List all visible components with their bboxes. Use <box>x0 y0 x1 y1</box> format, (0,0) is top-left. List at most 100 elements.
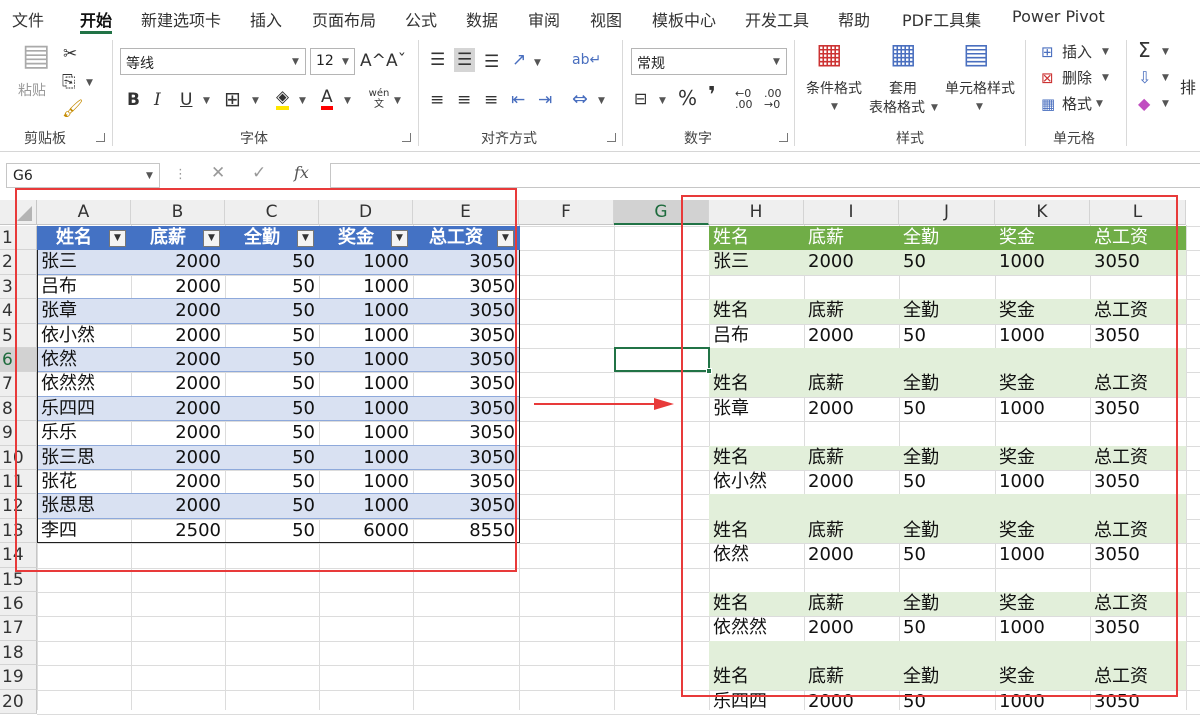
paste-label[interactable]: 粘贴 <box>18 82 46 100</box>
menu-review[interactable]: 审阅 <box>528 7 560 31</box>
underline-dropdown-icon[interactable]: ▼ <box>203 96 210 106</box>
insert-cells-button[interactable]: 插入 <box>1062 42 1092 62</box>
font-color-dropdown-icon[interactable]: ▼ <box>344 96 351 106</box>
cell-styles-icon[interactable]: ▤ <box>963 44 989 64</box>
delete-cells-button[interactable]: 删除 <box>1062 68 1092 88</box>
fill-color-icon[interactable]: ◈ <box>276 88 289 110</box>
conditional-format-button[interactable]: 条件格式 <box>806 80 862 98</box>
autosum-dropdown-icon[interactable]: ▼ <box>1162 47 1169 57</box>
sort-filter-button[interactable]: 排 <box>1180 78 1196 98</box>
increase-decimal-icon[interactable]: ←0.00 <box>735 88 753 110</box>
format-as-table-label[interactable]: 套用 <box>889 80 917 98</box>
format-as-table-dropdown-icon[interactable]: ▼ <box>931 103 938 113</box>
accounting-format-icon[interactable]: ⊟ <box>634 89 647 109</box>
insert-function-icon[interactable]: fx <box>294 163 309 182</box>
underline-button[interactable]: U <box>180 90 192 110</box>
percent-style-button[interactable]: % <box>678 88 697 108</box>
number-launcher-icon[interactable] <box>779 133 788 142</box>
merge-center-icon[interactable]: ⇔ <box>572 89 588 109</box>
format-cells-button[interactable]: 格式 <box>1062 94 1092 114</box>
border-dropdown-icon[interactable]: ▼ <box>252 96 259 106</box>
menu-template-center[interactable]: 模板中心 <box>652 7 716 31</box>
insert-cells-icon[interactable]: ⊞ <box>1041 42 1054 62</box>
shrink-font-icon[interactable]: Aˇ <box>386 51 406 71</box>
accounting-dropdown-icon[interactable]: ▼ <box>659 96 666 106</box>
format-dropdown-icon[interactable]: ▼ <box>1096 99 1103 109</box>
format-painter-icon[interactable]: 🖌 <box>62 99 84 119</box>
menu-pdf-tools[interactable]: PDF工具集 <box>902 7 981 31</box>
cancel-icon[interactable]: ✕ <box>211 163 225 183</box>
decrease-indent-icon[interactable]: ⇤ <box>511 90 525 110</box>
menu-power-pivot[interactable]: Power Pivot <box>1012 7 1105 26</box>
autosum-icon[interactable]: Σ <box>1138 40 1151 60</box>
orientation-icon[interactable]: ↗ <box>512 50 526 70</box>
menu-file[interactable]: 文件 <box>12 7 44 31</box>
menu-view[interactable]: 视图 <box>590 7 622 31</box>
menu-developer[interactable]: 开发工具 <box>745 7 809 31</box>
increase-indent-icon[interactable]: ⇥ <box>538 90 552 110</box>
clear-icon[interactable]: ◆ <box>1138 94 1150 114</box>
font-size-dropdown-icon[interactable]: ▼ <box>342 57 349 67</box>
delete-dropdown-icon[interactable]: ▼ <box>1102 73 1109 83</box>
grow-font-icon[interactable]: A^ <box>360 51 386 71</box>
column-header-f[interactable]: F <box>519 200 614 225</box>
comma-style-button[interactable]: ❜ <box>708 86 716 106</box>
align-left-icon[interactable]: ≡ <box>430 90 444 110</box>
font-color-icon[interactable]: A <box>321 88 333 110</box>
font-launcher-icon[interactable] <box>402 133 411 142</box>
delete-cells-icon[interactable]: ⊠ <box>1041 68 1054 88</box>
phonetic-dropdown-icon[interactable]: ▼ <box>394 96 401 106</box>
align-bottom-icon[interactable]: ☰ <box>484 52 499 72</box>
paste-icon[interactable]: ▤ <box>22 46 50 66</box>
number-format-dropdown-icon[interactable]: ▼ <box>773 57 780 67</box>
formula-input[interactable] <box>330 163 1200 188</box>
row-header-19[interactable]: 19 <box>0 665 37 689</box>
enter-icon[interactable]: ✓ <box>252 163 266 183</box>
name-box-dropdown-icon[interactable]: ▼ <box>146 171 153 181</box>
copy-dropdown-icon[interactable]: ▼ <box>86 78 93 88</box>
menu-home[interactable]: 开始 <box>80 7 112 31</box>
fill-color-dropdown-icon[interactable]: ▼ <box>299 96 306 106</box>
align-middle-icon[interactable]: ☰ <box>454 48 475 72</box>
copy-icon[interactable]: ⎘ <box>62 72 76 92</box>
orientation-dropdown-icon[interactable]: ▼ <box>534 58 541 68</box>
clear-dropdown-icon[interactable]: ▼ <box>1162 99 1169 109</box>
menu-formulas[interactable]: 公式 <box>405 7 437 31</box>
merge-dropdown-icon[interactable]: ▼ <box>598 96 605 106</box>
font-name-dropdown-icon[interactable]: ▼ <box>292 57 299 67</box>
row-header-18[interactable]: 18 <box>0 641 37 665</box>
conditional-format-icon[interactable]: ▦ <box>816 44 842 64</box>
phonetic-guide-icon[interactable]: wén 文 <box>368 88 390 110</box>
cell-styles-button[interactable]: 单元格样式 <box>945 80 1015 98</box>
italic-button[interactable]: I <box>154 90 161 110</box>
font-name-box[interactable]: 等线 <box>120 48 306 75</box>
format-cells-icon[interactable]: ▦ <box>1041 94 1055 114</box>
alignment-launcher-icon[interactable] <box>607 133 616 142</box>
format-as-table-label-2[interactable]: 表格格式 <box>869 99 925 117</box>
wrap-text-icon[interactable]: ab↵ <box>572 50 601 70</box>
border-icon[interactable]: ⊞ <box>224 89 241 109</box>
number-format-box[interactable]: 常规 <box>631 48 787 75</box>
fill-dropdown-icon[interactable]: ▼ <box>1162 73 1169 83</box>
insert-dropdown-icon[interactable]: ▼ <box>1102 47 1109 57</box>
row-header-20[interactable]: 20 <box>0 690 37 714</box>
decrease-decimal-icon[interactable]: .00→0 <box>764 88 782 110</box>
align-center-icon[interactable]: ≡ <box>457 90 471 110</box>
conditional-format-dropdown-icon[interactable]: ▼ <box>831 102 838 112</box>
format-as-table-icon[interactable]: ▦ <box>890 44 916 64</box>
row-header-16[interactable]: 16 <box>0 592 37 616</box>
bold-button[interactable]: B <box>127 90 140 110</box>
row-header-17[interactable]: 17 <box>0 616 37 640</box>
align-right-icon[interactable]: ≡ <box>484 90 498 110</box>
menu-help[interactable]: 帮助 <box>838 7 870 31</box>
menu-data[interactable]: 数据 <box>466 7 498 31</box>
clipboard-launcher-icon[interactable] <box>96 133 105 142</box>
cell-styles-dropdown-icon[interactable]: ▼ <box>976 102 983 112</box>
cut-icon[interactable]: ✂ <box>63 44 77 64</box>
name-box[interactable]: G6 <box>6 163 160 188</box>
menu-page-layout[interactable]: 页面布局 <box>312 7 376 31</box>
fill-icon[interactable]: ⇩ <box>1138 68 1151 88</box>
align-top-icon[interactable]: ☰ <box>430 50 445 70</box>
menu-insert[interactable]: 插入 <box>250 7 282 31</box>
menu-new-tab[interactable]: 新建选项卡 <box>141 7 221 31</box>
